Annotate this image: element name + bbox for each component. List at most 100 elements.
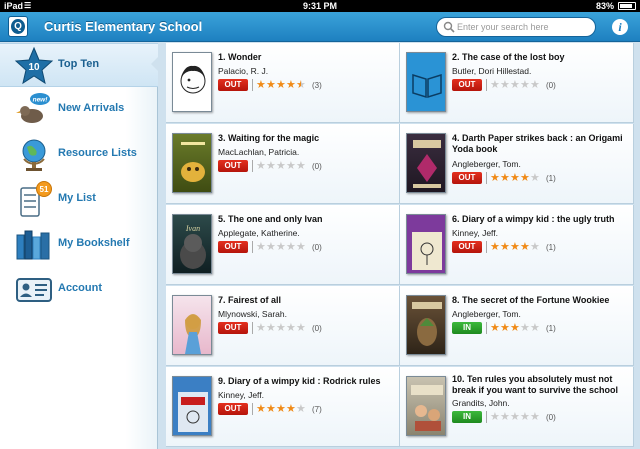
new-badge: new! (33, 97, 49, 104)
sidebar: 10 Top Ten new! New Arrivals Resource Li… (0, 43, 158, 449)
book-author: Applegate, Katherine. (218, 228, 300, 238)
book-author: Butler, Dori Hillestad. (452, 66, 532, 76)
star-icon: ★ (286, 403, 296, 415)
app-logo-icon: Q (8, 16, 28, 37)
id-card-icon (16, 278, 52, 302)
star-rating[interactable]: ★ ★ ★ ★ ★ (490, 172, 542, 184)
star-icon: ★ (276, 79, 286, 91)
star-icon: ★ (530, 79, 540, 91)
rating-count: (3) (312, 81, 322, 90)
star-rating[interactable]: ★ ★ ★ ★ ★ (256, 160, 308, 172)
search-input[interactable]: Enter your search here (436, 17, 596, 37)
book-cover (172, 295, 212, 355)
sidebar-item-top-ten[interactable]: 10 Top Ten (0, 43, 158, 87)
info-button[interactable]: i (612, 19, 628, 35)
book-cover (406, 52, 446, 112)
sidebar-item-my-bookshelf[interactable]: My Bookshelf (0, 223, 158, 267)
clock: 9:31 PM (302, 1, 337, 11)
rating-count: (1) (546, 243, 556, 252)
search-placeholder: Enter your search here (457, 22, 549, 32)
battery-percent: 83% (595, 1, 614, 11)
availability-out-button[interactable]: OUT (218, 79, 248, 91)
star-icon: ★ (256, 79, 266, 91)
availability-out-button[interactable]: OUT (218, 241, 248, 253)
star-rating[interactable]: ★ ★ ★ ★ ★ (256, 322, 308, 334)
book-cover (406, 376, 446, 436)
star-icon: ★ (266, 160, 276, 172)
rating-count: (0) (312, 243, 322, 252)
rating-count: (0) (312, 324, 322, 333)
sidebar-item-resource-lists[interactable]: Resource Lists (0, 133, 158, 177)
availability-out-button[interactable]: OUT (218, 322, 248, 334)
star-rating[interactable]: ★ ★ ★ ★ ★ (256, 403, 308, 415)
book-title: 4. Darth Paper strikes back : an Origami… (452, 133, 623, 154)
rating-count: (0) (312, 162, 322, 171)
availability-out-button[interactable]: OUT (218, 160, 248, 172)
sidebar-item-new-arrivals[interactable]: new! New Arrivals (0, 88, 158, 132)
book-author: MacLachlan, Patricia. (218, 147, 300, 157)
book-card[interactable]: 3. Waiting for the magic MacLachlan, Pat… (166, 124, 400, 204)
rating-count: (1) (546, 174, 556, 183)
book-card[interactable]: 7. Fairest of all Mlynowski, Sarah. OUT … (166, 286, 400, 366)
notepad-icon: 51 (20, 181, 52, 217)
book-card[interactable]: 9. Diary of a wimpy kid : Rodrick rules … (166, 367, 400, 447)
book-card[interactable]: 1. Wonder Palacio, R. J. OUT ★ ★ ★ ★ ★ (3) (166, 43, 400, 123)
globe-icon (22, 139, 46, 171)
star-rating[interactable]: ★ ★ ★ ★ ★ (256, 241, 308, 253)
star-icon: ★ (276, 403, 286, 415)
star-icon: ★ (530, 241, 540, 253)
availability-in-button[interactable]: IN (452, 411, 482, 423)
availability-out-button[interactable]: OUT (452, 172, 482, 184)
sidebar-item-label: Top Ten (58, 58, 100, 70)
availability-out-button[interactable]: OUT (452, 79, 482, 91)
star-icon: ★ (510, 79, 520, 91)
star-icon: ★ (520, 172, 530, 184)
book-title: 5. The one and only Ivan (218, 214, 323, 224)
book-cover (406, 295, 446, 355)
book-title: 6. Diary of a wimpy kid : the ugly truth (452, 214, 615, 224)
sidebar-item-account[interactable]: Account (0, 268, 158, 312)
availability-out-button[interactable]: OUT (218, 403, 248, 415)
star-rating[interactable]: ★ ★ ★ ★ ★ (490, 79, 542, 91)
star-icon: ★ (500, 241, 510, 253)
star-rating[interactable]: ★ ★ ★ ★ ★ (490, 322, 542, 334)
star-icon: ★ (500, 322, 510, 334)
book-card[interactable]: Ivan 5. The one and only Ivan Applegate,… (166, 205, 400, 285)
star-icon: ★ (490, 241, 500, 253)
star-rating[interactable]: ★ ★ ★ ★ ★ (256, 79, 308, 91)
book-grid: 1. Wonder Palacio, R. J. OUT ★ ★ ★ ★ ★ (3) 2… (166, 43, 634, 449)
top-ten-badge: 10 (28, 62, 40, 73)
my-list-badge: 51 (40, 185, 49, 194)
book-card[interactable]: 6. Diary of a wimpy kid : the ugly truth… (400, 205, 634, 285)
star-icon: ★ (490, 79, 500, 91)
star-icon: ★ (286, 322, 296, 334)
star-icon: ★ (286, 79, 296, 91)
star-icon: ★ (530, 411, 540, 423)
book-card[interactable]: 4. Darth Paper strikes back : an Origami… (400, 124, 634, 204)
book-card[interactable]: 8. The secret of the Fortune Wookiee Ang… (400, 286, 634, 366)
status-bar: iPad ☰ 9:31 PM 83% (0, 0, 640, 12)
star-rating[interactable]: ★ ★ ★ ★ ★ (490, 411, 542, 423)
star-icon: ★ (276, 322, 286, 334)
book-title: 9. Diary of a wimpy kid : Rodrick rules (218, 376, 381, 386)
star-rating[interactable]: ★ ★ ★ ★ ★ (490, 241, 542, 253)
availability-in-button[interactable]: IN (452, 322, 482, 334)
star-icon: ★ (510, 172, 520, 184)
star-icon: ★ (296, 241, 306, 253)
star-icon: ★ (530, 172, 540, 184)
book-author: Angleberger, Tom. (452, 159, 521, 169)
availability-out-button[interactable]: OUT (452, 241, 482, 253)
book-cover (172, 133, 212, 193)
search-icon (443, 21, 455, 33)
app-header: Q Curtis Elementary School Enter your se… (0, 12, 640, 42)
star-icon: ★ (500, 79, 510, 91)
book-title: 3. Waiting for the magic (218, 133, 320, 143)
star-icon: ★ (520, 411, 530, 423)
star-icon: ★ (276, 241, 286, 253)
battery-icon (618, 2, 636, 10)
book-card[interactable]: 10. Ten rules you absolutely must not br… (400, 367, 634, 447)
book-author: Mlynowski, Sarah. (218, 309, 287, 319)
book-card[interactable]: 2. The case of the lost boy Butler, Dori… (400, 43, 634, 123)
star-icon: ★ (500, 172, 510, 184)
sidebar-item-my-list[interactable]: 51 My List (0, 178, 158, 222)
